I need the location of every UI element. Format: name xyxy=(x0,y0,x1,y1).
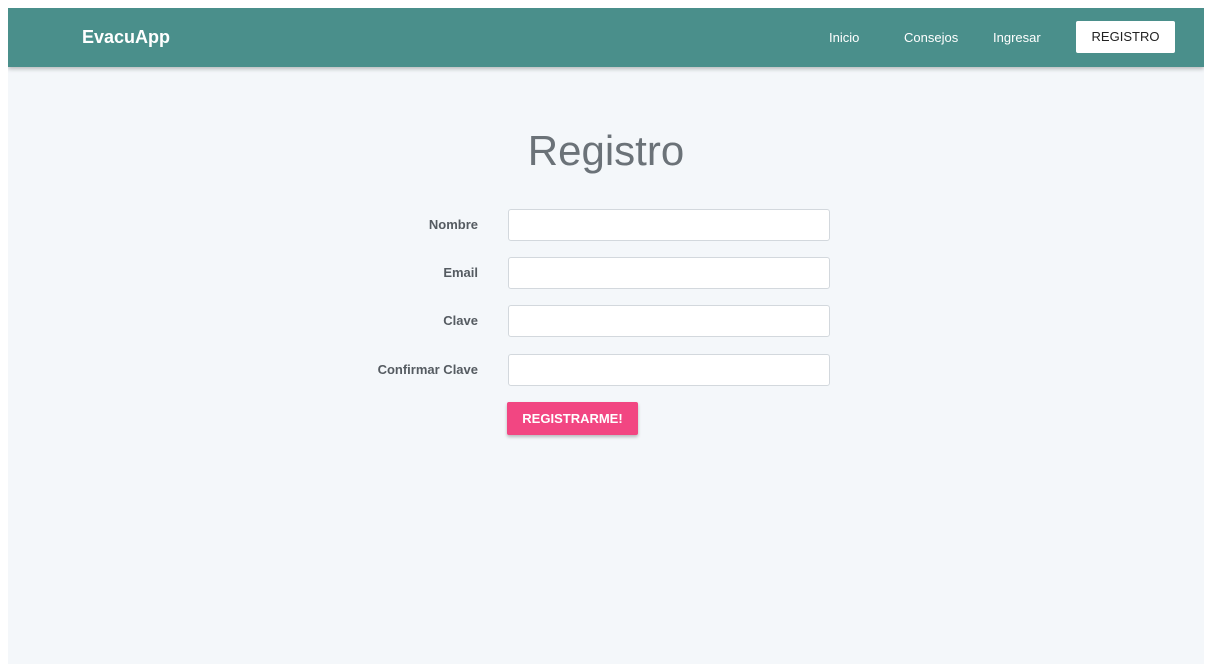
brand-logo[interactable]: EvacuApp xyxy=(82,27,170,47)
page: EvacuApp Inicio Consejos Ingresar REGIST… xyxy=(8,8,1204,664)
page-title: Registro xyxy=(527,127,685,174)
nav-link-inicio[interactable]: Inicio xyxy=(829,30,859,46)
clave-label: Clave xyxy=(443,313,478,328)
nombre-input[interactable] xyxy=(508,209,830,241)
email-label: Email xyxy=(443,265,478,280)
registrarme-button[interactable]: REGISTRARME! xyxy=(507,402,638,435)
nombre-label: Nombre xyxy=(428,217,478,232)
confirmar-clave-input[interactable] xyxy=(508,354,830,386)
nav-registro-button[interactable]: REGISTRO xyxy=(1076,21,1175,53)
navbar: EvacuApp Inicio Consejos Ingresar REGIST… xyxy=(8,8,1204,67)
clave-input[interactable] xyxy=(508,305,830,337)
confirmar-clave-label: Confirmar Clave xyxy=(377,362,478,377)
nav-link-ingresar[interactable]: Ingresar xyxy=(993,30,1041,46)
email-input[interactable] xyxy=(508,257,830,289)
nav-link-consejos[interactable]: Consejos xyxy=(904,30,958,46)
